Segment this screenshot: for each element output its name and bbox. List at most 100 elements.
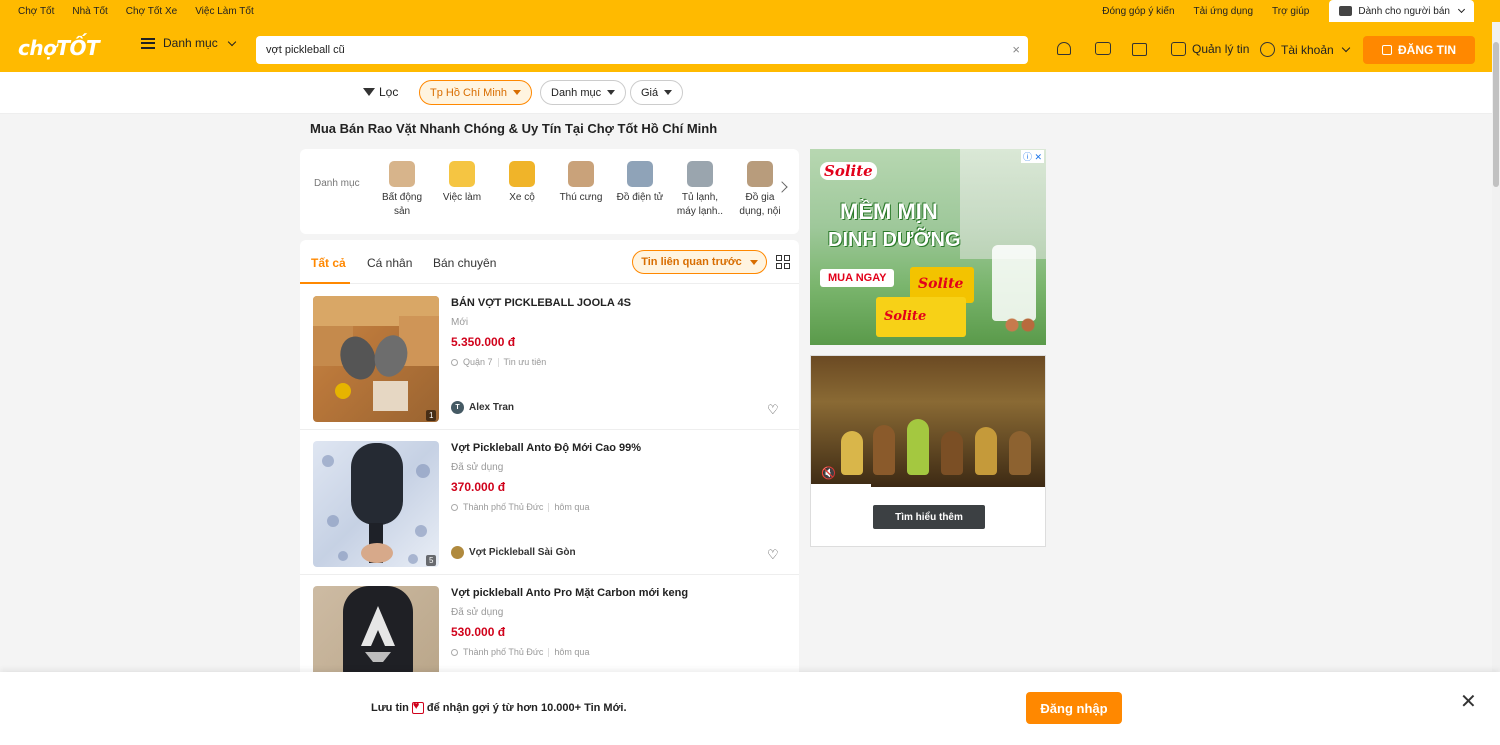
sort-dropdown[interactable]: Tin liên quan trước	[632, 250, 767, 274]
listing-condition: Đã sử dụng	[451, 607, 504, 618]
listing-price: 370.000 đ	[451, 480, 506, 494]
listing-thumbnail[interactable]: 5	[313, 441, 439, 567]
filter-button[interactable]: Lọc	[363, 85, 398, 99]
post-listing-label: ĐĂNG TIN	[1398, 43, 1456, 57]
ad-video-player[interactable]: 🔇	[811, 356, 1045, 487]
account-menu[interactable]: Tài khoản	[1260, 42, 1350, 57]
ad-choices-icon[interactable]: ⓘ ✕	[1020, 150, 1044, 163]
caret-down-icon	[513, 90, 522, 95]
category-filter-chip[interactable]: Danh mục	[540, 80, 627, 105]
tab-professional[interactable]: Bán chuyên	[433, 256, 496, 270]
heart-icon[interactable]: ♡	[767, 547, 779, 563]
tab-all[interactable]: Tất cả	[311, 256, 346, 270]
category-item-jobs[interactable]: Việc làm	[436, 161, 488, 205]
listing-item[interactable]: Vợt pickleball Anto Pro Mặt Carbon mới k…	[300, 575, 799, 680]
location-pin-icon	[451, 648, 458, 656]
listing-location: Thành phố Thủ Đức	[463, 502, 544, 512]
grid-view-icon[interactable]	[776, 255, 790, 269]
category-item-household[interactable]: Đồ gia dụng, nội	[734, 161, 786, 219]
main-header: chợTỐT Danh mục vợt pickleball cũ × Quản…	[0, 22, 1500, 72]
listing-title[interactable]: BÁN VỢT PICKLEBALL JOOLA 4S	[451, 297, 631, 309]
listing-title[interactable]: Vợt Pickleball Anto Độ Mới Cao 99%	[451, 442, 641, 454]
listing-item[interactable]: 1 BÁN VỢT PICKLEBALL JOOLA 4S Mới 5.350.…	[300, 285, 799, 430]
listing-title[interactable]: Vợt pickleball Anto Pro Mặt Carbon mới k…	[451, 587, 688, 599]
image-count-badge: 5	[426, 555, 437, 566]
seller-dropdown[interactable]: Dành cho người bán	[1329, 0, 1474, 22]
shopping-bag-icon[interactable]	[1132, 43, 1147, 56]
account-label: Tài khoản	[1281, 42, 1334, 57]
caret-down-icon	[749, 259, 758, 265]
mascot-figure	[941, 431, 963, 475]
meta-divider	[548, 502, 550, 512]
price-filter-chip[interactable]: Giá	[630, 80, 684, 105]
site-logo[interactable]: chợTỐT	[18, 36, 100, 60]
listing-meta: Thành phố Thủ Đức hôm qua	[451, 647, 589, 657]
login-button[interactable]: Đăng nhập	[1026, 692, 1122, 724]
topbar-link-nha-tot[interactable]: Nhà Tốt	[72, 6, 107, 17]
category-item-pets[interactable]: Thú cưng	[555, 161, 607, 205]
chat-icon[interactable]	[1095, 42, 1111, 55]
listing-seller[interactable]: Vợt Pickleball Sài Gòn	[451, 546, 576, 559]
search-input[interactable]: vợt pickleball cũ ×	[256, 36, 1028, 64]
vehicles-icon	[509, 161, 535, 187]
ad-cta[interactable]: MUA NGAY	[820, 269, 895, 287]
location-filter-chip[interactable]: Tp Hồ Chí Minh	[419, 80, 533, 105]
listing-manage-icon	[1171, 42, 1186, 56]
listing-seller[interactable]: T Alex Tran	[451, 401, 514, 414]
post-listing-button[interactable]: ĐĂNG TIN	[1363, 36, 1475, 64]
ad-background-building	[960, 149, 1046, 259]
help-link[interactable]: Trợ giúp	[1272, 6, 1309, 17]
seller-name: Vợt Pickleball Sài Gòn	[469, 547, 576, 558]
topbar-link-viec-lam-tot[interactable]: Việc Làm Tốt	[195, 6, 254, 17]
ad-banner-solite[interactable]: ⓘ ✕ Solite MỀM MỊN DINH DƯỠNG MUA NGAY S…	[810, 149, 1046, 345]
sort-label: Tin liên quan trước	[641, 256, 742, 268]
scrollbar-thumb[interactable]	[1493, 42, 1499, 187]
seller-label: Dành cho người bán	[1358, 5, 1450, 17]
tab-individual[interactable]: Cá nhân	[367, 256, 412, 270]
listing-condition: Đã sử dụng	[451, 462, 504, 473]
electronics-icon	[627, 161, 653, 187]
milk-glass-image	[992, 245, 1036, 321]
meta-divider	[497, 357, 499, 367]
listing-thumbnail[interactable]: 1	[313, 296, 439, 422]
category-item-appliances[interactable]: Tủ lạnh, máy lạnh..	[674, 161, 726, 219]
listing-thumbnail[interactable]	[313, 586, 439, 680]
meta-divider	[548, 647, 550, 657]
topbar-link-cho-tot-xe[interactable]: Chợ Tốt Xe	[126, 6, 177, 17]
appliances-icon	[687, 161, 713, 187]
category-item-label: Đồ điện tử	[616, 192, 664, 203]
message-prefix: Lưu tin	[371, 702, 409, 714]
manage-listings-link[interactable]: Quản lý tin	[1171, 42, 1249, 56]
notification-bell-icon[interactable]	[1057, 42, 1071, 55]
category-item-electronics[interactable]: Đồ điện tử	[614, 161, 666, 205]
video-progress-bar	[811, 484, 871, 487]
close-icon[interactable]: ✕	[1460, 689, 1477, 714]
category-item-label: Tủ lạnh, máy lạnh..	[676, 192, 724, 217]
page-scrollbar[interactable]	[1492, 22, 1500, 745]
heart-icon[interactable]: ♡	[767, 402, 779, 418]
pets-icon	[568, 161, 594, 187]
listing-time: hôm qua	[554, 502, 590, 512]
mascot-figure	[873, 425, 895, 475]
chevron-down-icon	[1457, 5, 1466, 14]
listing-price: 530.000 đ	[451, 625, 506, 639]
feedback-link[interactable]: Đóng góp ý kiến	[1102, 6, 1174, 17]
active-tab-indicator	[300, 282, 350, 284]
ad-subheadline: DINH DƯỠNG	[828, 229, 961, 251]
ad-video[interactable]: 🔇 Tìm hiểu thêm	[810, 355, 1046, 547]
topbar-link-cho-tot[interactable]: Chợ Tốt	[18, 6, 54, 17]
clear-search-icon[interactable]: ×	[1012, 42, 1020, 57]
category-item-real-estate[interactable]: Bất động sản	[376, 161, 428, 219]
learn-more-button[interactable]: Tìm hiểu thêm	[873, 505, 985, 529]
mute-icon[interactable]: 🔇	[821, 466, 836, 480]
price-chip-label: Giá	[641, 86, 659, 99]
mascot-figure	[907, 419, 929, 475]
category-item-vehicles[interactable]: Xe cộ	[496, 161, 548, 205]
category-menu-button[interactable]: Danh mục	[141, 36, 236, 50]
listing-panel: Tất cả Cá nhân Bán chuyên Tin liên quan …	[300, 240, 799, 680]
download-app-link[interactable]: Tải ứng dụng	[1194, 6, 1254, 17]
category-item-label: Việc làm	[442, 192, 482, 203]
filter-bar: Lọc Tp Hồ Chí Minh Danh mục Giá	[0, 72, 1500, 114]
listing-item[interactable]: 5 Vợt Pickleball Anto Độ Mới Cao 99% Đã …	[300, 430, 799, 575]
ad-headline: MỀM MỊN	[840, 199, 938, 224]
